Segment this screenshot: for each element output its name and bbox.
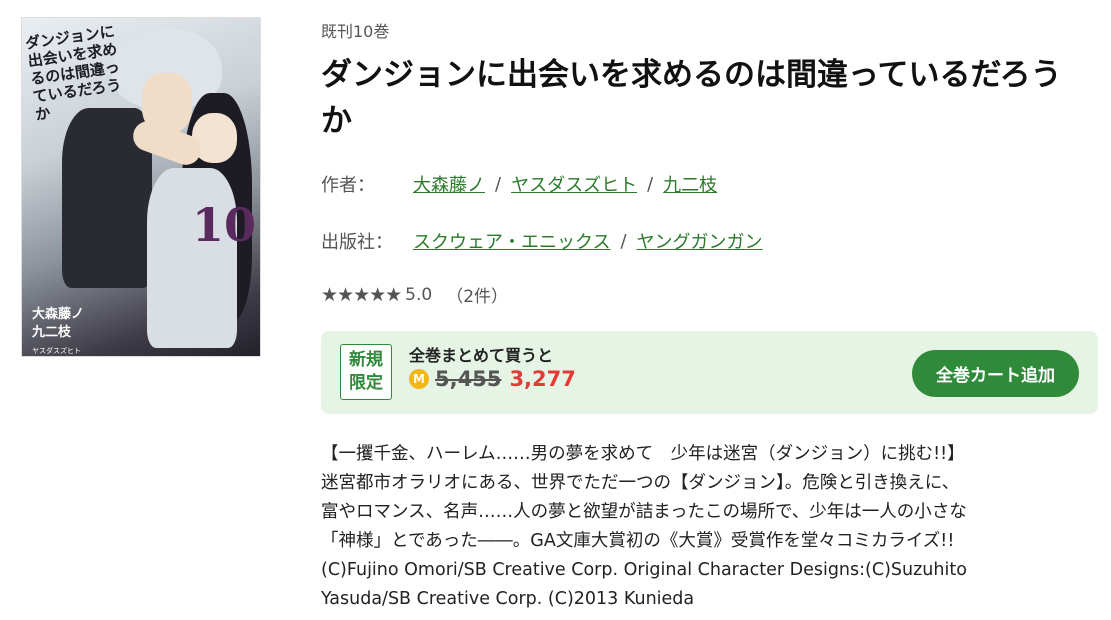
star-rating-icon: ★★★★★ [321, 283, 402, 306]
description-line: 迷宮都市オラリオにある、世界でただ一つの【ダンジョン】。危険と引き換えに、 [321, 473, 960, 493]
promo-headline: 全巻まとめて買うと [409, 346, 554, 365]
bulk-purchase-promo: 新規 限定 全巻まとめて買うと M 5,455 3,277 全巻カート追加 [321, 331, 1098, 414]
separator: / [647, 173, 654, 195]
discount-price: 3,277 [509, 367, 576, 391]
badge-line-1: 新規 [349, 350, 383, 370]
label-link[interactable]: ヤングガンガン [637, 228, 763, 254]
original-price: 5,455 [435, 367, 502, 391]
cover-credit-artist: 九二枝 [32, 325, 72, 340]
coin-icon: M [409, 369, 429, 389]
cover-volume-number: 10 [192, 198, 257, 252]
publisher-link[interactable]: スクウェア・エニックス [413, 228, 610, 254]
author-row: 作者： 大森藤ノ / ヤスダスズヒト / 九二枝 [321, 171, 717, 197]
cover-credit-character: ヤスダスズヒト [32, 347, 81, 355]
book-cover-image[interactable]: ダンジョンに出会いを求めるのは間違っているだろうか 10 大森藤ノ 九二枝 ヤス… [21, 17, 261, 357]
copyright-line: Yasuda/SB Creative Corp. (C)2013 Kunieda [321, 589, 695, 609]
volume-count: 既刊10巻 [321, 22, 390, 41]
add-all-to-cart-button[interactable]: 全巻カート追加 [912, 350, 1079, 397]
separator: / [495, 173, 502, 195]
cover-credit-author: 大森藤ノ [32, 307, 85, 322]
rating[interactable]: ★★★★★ 5.0 （2件） [321, 282, 509, 308]
publisher-row: 出版社： スクウェア・エニックス / ヤングガンガン [321, 228, 763, 254]
description-line: 【一攫千金、ハーレム……男の夢を求めて 少年は迷宮（ダンジョン）に挑む!!】 [321, 444, 965, 464]
author-link[interactable]: 大森藤ノ [413, 171, 485, 197]
price-row: M 5,455 3,277 [409, 367, 576, 391]
page-title: ダンジョンに出会いを求めるのは間違っているだろうか [321, 57, 1062, 139]
cover-credits: 大森藤ノ 九二枝 ヤスダスズヒト [32, 306, 85, 356]
rating-score: 5.0 [405, 284, 433, 305]
description-line: 富やロマンス、名声……人の夢と欲望が詰まったこの場所で、少年は一人の小さな [321, 502, 967, 522]
cover-art-dress [147, 168, 237, 348]
publisher-label: 出版社： [321, 232, 393, 253]
review-count: （2件） [446, 287, 509, 307]
author-link[interactable]: 九二枝 [663, 171, 717, 197]
badge-line-2: 限定 [349, 373, 383, 393]
description-line: 「神様」とであった――。GA文庫大賞初の《大賞》受賞作を堂々コミカライズ!! [321, 531, 955, 551]
cover-title: ダンジョンに出会いを求めるのは間違っているだろうか [24, 22, 123, 124]
copyright-line: (C)Fujino Omori/SB Creative Corp. Origin… [321, 560, 967, 580]
new-user-badge: 新規 限定 [340, 344, 392, 400]
book-description: 【一攫千金、ハーレム……男の夢を求めて 少年は迷宮（ダンジョン）に挑む!!】 迷… [321, 440, 1101, 614]
author-label: 作者： [321, 175, 375, 196]
separator: / [620, 230, 627, 252]
author-link[interactable]: ヤスダスズヒト [511, 171, 637, 197]
